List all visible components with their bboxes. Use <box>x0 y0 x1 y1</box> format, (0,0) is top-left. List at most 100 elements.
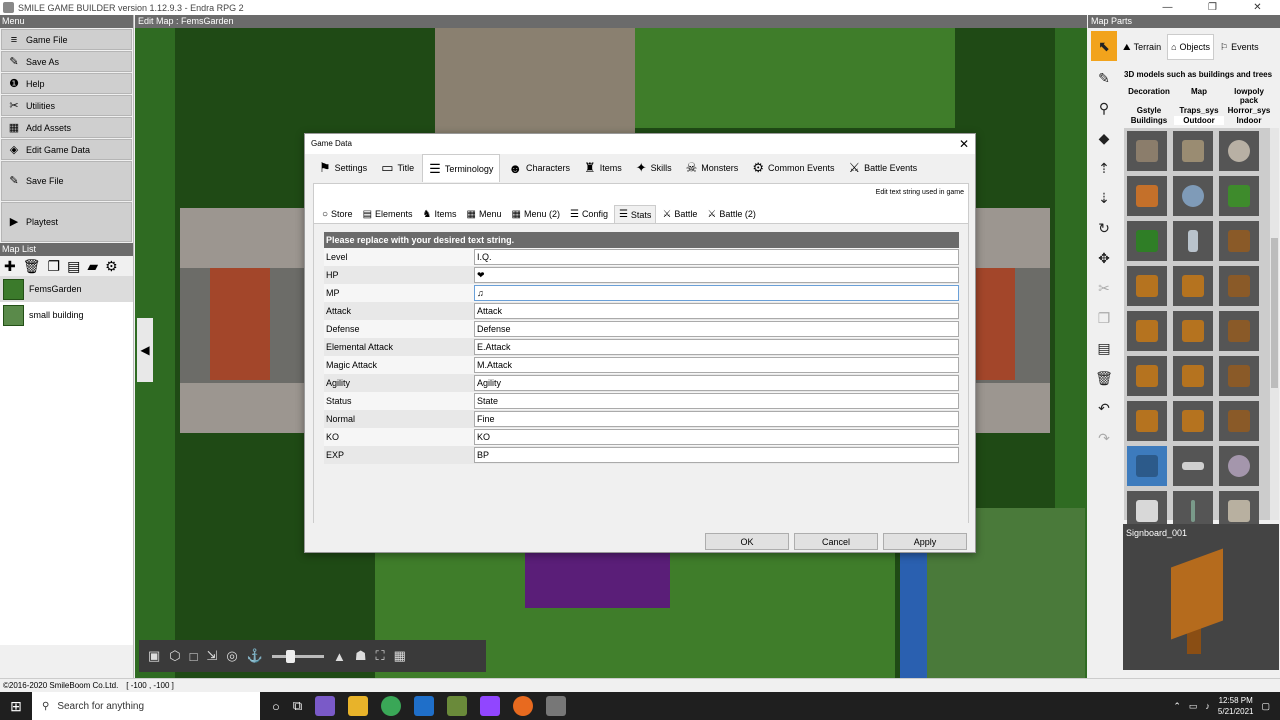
subtab-battle[interactable]: ⚔ Battle <box>658 205 701 223</box>
pencil-icon[interactable]: ✎ <box>1091 65 1117 91</box>
map-item-small-building[interactable]: small building <box>0 302 133 328</box>
term-value-input[interactable] <box>474 285 959 301</box>
cortana-icon[interactable]: ○ <box>272 699 280 714</box>
object-cell[interactable] <box>1173 356 1213 396</box>
object-cell[interactable] <box>1219 356 1259 396</box>
undo-icon[interactable]: ↶ <box>1091 395 1117 421</box>
palette-scrollbar[interactable] <box>1270 128 1279 520</box>
task-view-icon[interactable]: ⧉ <box>293 698 302 714</box>
object-cell[interactable] <box>1173 221 1213 261</box>
object-cell[interactable] <box>1219 176 1259 216</box>
object-cell[interactable] <box>1173 266 1213 306</box>
add-assets-button[interactable]: ▦ Add Assets <box>1 117 132 138</box>
subtab-menu[interactable]: ▦ Menu <box>463 205 506 223</box>
tab-items[interactable]: ♜ Items <box>578 155 628 181</box>
tab-monsters[interactable]: ☠ Monsters <box>680 155 745 181</box>
category-lowpoly-pack[interactable]: lowpoly pack <box>1224 87 1274 105</box>
windows-start-icon[interactable]: ⊞ <box>0 692 32 720</box>
object-cell[interactable] <box>1173 311 1213 351</box>
object-cell[interactable] <box>1127 401 1167 441</box>
lower-icon[interactable]: ⇣ <box>1091 185 1117 211</box>
category-decoration[interactable]: Decoration <box>1124 87 1174 105</box>
object-cell[interactable] <box>1127 266 1167 306</box>
object-cell[interactable] <box>1127 221 1167 261</box>
category-indoor[interactable]: Indoor <box>1224 116 1274 125</box>
term-value-input[interactable] <box>474 375 959 391</box>
subtab-store[interactable]: ○ Store <box>318 205 357 223</box>
tab-characters[interactable]: ☻ Characters <box>502 155 576 181</box>
game-file-button[interactable]: ≡ Game File <box>1 29 132 50</box>
delete-map-icon[interactable]: 🗑 <box>23 258 41 275</box>
camera-icon[interactable]: ▣ <box>148 648 160 664</box>
subtab-battle-2[interactable]: ⚔ Battle (2) <box>703 205 759 223</box>
app-icon-2[interactable] <box>447 696 468 716</box>
tab-battle-events[interactable]: ⚔ Battle Events <box>843 155 924 181</box>
stamp-icon[interactable]: ⚲ <box>1091 95 1117 121</box>
tray-chevron-icon[interactable]: ⌃ <box>1173 701 1181 712</box>
fullscreen-icon[interactable]: ⛶ <box>375 648 384 664</box>
term-value-input[interactable] <box>474 267 959 283</box>
term-value-input[interactable] <box>474 447 959 463</box>
term-value-input[interactable] <box>474 393 959 409</box>
term-value-input[interactable] <box>474 339 959 355</box>
notifications-icon[interactable]: ▢ <box>1261 701 1270 712</box>
paste-map-icon[interactable]: ▤ <box>67 258 80 275</box>
minimize-button[interactable]: — <box>1145 0 1190 15</box>
grid-toggle-icon[interactable]: ▦ <box>394 648 406 664</box>
tab-title[interactable]: ▭ Title <box>375 155 420 181</box>
category-traps-sys[interactable]: Traps_sys <box>1174 106 1224 115</box>
term-value-input[interactable] <box>474 303 959 319</box>
tab-settings[interactable]: ⚑ Settings <box>313 155 373 181</box>
copy-map-icon[interactable]: ❐ <box>48 258 61 275</box>
add-map-icon[interactable]: ✚ <box>4 258 16 275</box>
taskbar-search[interactable]: ⚲ Search for anything <box>32 692 260 720</box>
object-cell[interactable] <box>1219 131 1259 171</box>
map-item-femsgarden[interactable]: FemsGarden <box>0 276 133 302</box>
category-map[interactable]: Map <box>1174 87 1224 105</box>
save-as-button[interactable]: ✎ Save As <box>1 51 132 72</box>
category-buildings[interactable]: Buildings <box>1124 116 1174 125</box>
volume-icon[interactable]: ♪ <box>1205 701 1210 711</box>
cube-view-icon[interactable]: ⬡ <box>169 648 180 664</box>
ok-button[interactable]: OK <box>705 533 789 550</box>
copy-icon[interactable]: ❐ <box>1091 305 1117 331</box>
object-cell[interactable] <box>1219 401 1259 441</box>
object-cell[interactable] <box>1219 266 1259 306</box>
taskbar-clock[interactable]: 12:58 PM 5/21/2021 <box>1218 695 1254 717</box>
resize-icon[interactable]: ⇲ <box>207 648 218 664</box>
dialog-close-icon[interactable]: ✕ <box>959 134 969 154</box>
redo-icon[interactable]: ↷ <box>1091 425 1117 451</box>
zoom-slider[interactable] <box>271 649 324 663</box>
subtab-elements[interactable]: ▤ Elements <box>359 205 417 223</box>
edit-game-data-button[interactable]: ◈ Edit Game Data <box>1 139 132 160</box>
cancel-button[interactable]: Cancel <box>794 533 878 550</box>
eraser-icon[interactable]: ◆ <box>1091 125 1117 151</box>
term-value-input[interactable] <box>474 249 959 265</box>
app-icon-1[interactable] <box>315 696 336 716</box>
subtab-config[interactable]: ☰ Config <box>566 205 612 223</box>
term-value-input[interactable] <box>474 357 959 373</box>
move-icon[interactable]: ✥ <box>1091 245 1117 271</box>
tab-common-events[interactable]: ⚙ Common Events <box>746 155 840 181</box>
cut-icon[interactable]: ✂ <box>1091 275 1117 301</box>
raise-icon[interactable]: ⇡ <box>1091 155 1117 181</box>
category-gstyle[interactable]: Gstyle <box>1124 106 1174 115</box>
twitch-icon[interactable] <box>480 696 501 716</box>
help-button[interactable]: ❶ Help <box>1 73 132 94</box>
object-cell[interactable] <box>1219 221 1259 261</box>
zoom-slider-thumb[interactable] <box>285 649 295 663</box>
category-horror-sys[interactable]: Horror_sys <box>1224 106 1274 115</box>
tab-events[interactable]: ⚐ Events <box>1217 34 1262 60</box>
rotate-object-icon[interactable]: ↻ <box>1091 215 1117 241</box>
object-cell[interactable] <box>1127 356 1167 396</box>
object-cell[interactable] <box>1127 311 1167 351</box>
person-icon[interactable]: ☗ <box>355 648 367 664</box>
object-cell-selected[interactable] <box>1127 446 1167 486</box>
save-file-button[interactable]: ✎ Save File <box>1 161 132 201</box>
object-cell[interactable] <box>1219 311 1259 351</box>
tab-skills[interactable]: ✦ Skills <box>630 155 678 181</box>
subtab-menu-2[interactable]: ▦ Menu (2) <box>508 205 564 223</box>
tab-terminology[interactable]: ☰ Terminology <box>422 154 501 182</box>
object-cell[interactable] <box>1173 131 1213 171</box>
restore-button[interactable]: ❐ <box>1190 0 1235 15</box>
